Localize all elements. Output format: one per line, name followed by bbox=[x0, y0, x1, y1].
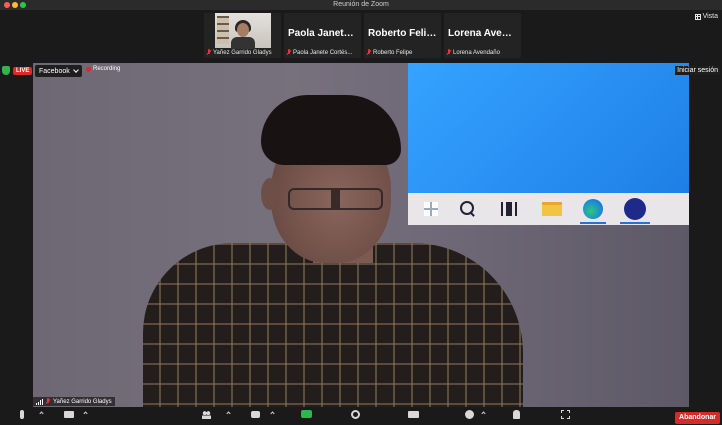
record-icon[interactable] bbox=[351, 410, 360, 419]
participant-tile-lorena[interactable]: Lorena Avend... Lorena Avendaño bbox=[444, 13, 521, 58]
active-app-underline bbox=[580, 222, 606, 224]
participant-strip: Yañez Garrido Gladys Paola Janete... Pao… bbox=[204, 13, 521, 58]
participant-caption-text: Yañez Garrido Gladys bbox=[213, 49, 272, 56]
participant-caption: Paola Janete Cortés... bbox=[286, 49, 359, 56]
chevron-down-icon bbox=[72, 67, 79, 73]
stream-platform-label: Facebook bbox=[39, 67, 70, 75]
participant-caption-text: Lorena Avendaño bbox=[453, 49, 500, 56]
stream-platform-dropdown[interactable]: Facebook bbox=[35, 65, 82, 77]
participant-tile-paola[interactable]: Paola Janete... Paola Janete Cortés... bbox=[284, 13, 361, 58]
participants-icon[interactable] bbox=[202, 410, 211, 419]
window-title: Reunión de Zoom bbox=[333, 1, 389, 8]
speaker-name-text: Yañez Garrido Gladys bbox=[53, 398, 112, 405]
participant-face bbox=[236, 23, 249, 37]
record-dot-icon bbox=[86, 66, 91, 72]
video-options-caret[interactable] bbox=[83, 411, 88, 416]
participant-tile-roberto[interactable]: Roberto Felipe Roberto Felipe bbox=[364, 13, 441, 58]
meeting-toolbar bbox=[0, 407, 722, 425]
camera-icon[interactable] bbox=[64, 411, 74, 418]
fullscreen-icon[interactable] bbox=[561, 410, 570, 419]
recording-label: Recording bbox=[93, 66, 121, 72]
signal-bars-icon bbox=[36, 398, 43, 405]
apps-icon[interactable] bbox=[513, 410, 520, 419]
participant-caption: Lorena Avendaño bbox=[446, 49, 519, 56]
grid-view-icon bbox=[694, 13, 701, 20]
active-speaker-video bbox=[33, 63, 689, 407]
breakout-rooms-icon[interactable] bbox=[408, 411, 419, 418]
speaker-person bbox=[143, 93, 563, 407]
sign-in-button[interactable]: Iniciar sesión bbox=[675, 66, 720, 75]
share-screen-icon[interactable] bbox=[301, 410, 312, 418]
view-label: Vista bbox=[702, 13, 718, 20]
hair bbox=[261, 95, 401, 165]
bookshelf bbox=[216, 16, 229, 44]
audio-options-caret[interactable] bbox=[39, 411, 44, 416]
microphone-icon[interactable] bbox=[20, 410, 24, 419]
leave-meeting-button[interactable]: Abandonar bbox=[675, 412, 720, 424]
participant-caption: Yañez Garrido Gladys bbox=[206, 49, 279, 56]
participant-caption-text: Roberto Felipe bbox=[373, 49, 413, 56]
speaker-name-label: Yañez Garrido Gladys bbox=[33, 397, 115, 406]
muted-mic-icon bbox=[45, 398, 51, 405]
active-app-underline bbox=[620, 222, 650, 224]
participant-display-name: Roberto Felipe bbox=[368, 28, 437, 39]
zoom-app-icon bbox=[624, 198, 646, 220]
muted-mic-icon bbox=[286, 49, 292, 56]
shield-icon[interactable] bbox=[2, 66, 10, 75]
zoom-window: Reunión de Zoom Yañez Garrido Gladys Pao… bbox=[0, 0, 722, 425]
ear bbox=[261, 178, 279, 210]
recording-indicator: Recording bbox=[86, 66, 120, 72]
glasses bbox=[288, 188, 383, 210]
reactions-icon[interactable] bbox=[465, 410, 474, 419]
participant-caption: Roberto Felipe bbox=[366, 49, 439, 56]
participant-video bbox=[214, 13, 271, 49]
live-status: LIVE bbox=[2, 66, 33, 75]
participant-display-name: Lorena Avend... bbox=[448, 28, 517, 39]
title-bar: Reunión de Zoom bbox=[0, 0, 722, 10]
chat-icon[interactable] bbox=[251, 411, 260, 418]
muted-mic-icon bbox=[366, 49, 372, 56]
plaid-shirt bbox=[143, 243, 523, 407]
live-badge[interactable]: LIVE bbox=[13, 66, 33, 75]
chat-options-caret[interactable] bbox=[270, 411, 275, 416]
muted-mic-icon bbox=[446, 49, 452, 56]
participant-body bbox=[230, 37, 255, 49]
participants-options-caret[interactable] bbox=[226, 411, 231, 416]
participant-caption-text: Paola Janete Cortés... bbox=[293, 49, 353, 56]
muted-mic-icon bbox=[206, 49, 212, 56]
view-button[interactable]: Vista bbox=[694, 13, 718, 20]
edge-icon bbox=[583, 199, 603, 219]
reactions-options-caret[interactable] bbox=[481, 411, 486, 416]
participant-tile-gladys[interactable]: Yañez Garrido Gladys bbox=[204, 13, 281, 58]
participant-display-name: Paola Janete... bbox=[288, 28, 357, 39]
